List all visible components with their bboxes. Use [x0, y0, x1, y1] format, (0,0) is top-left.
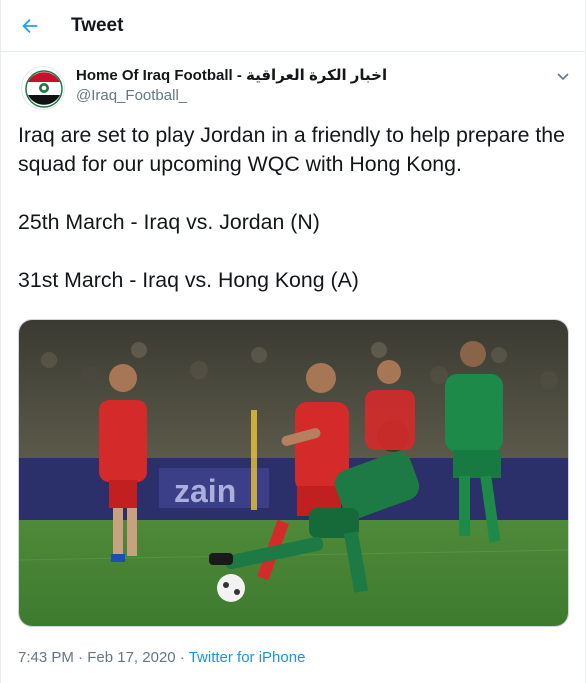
tweet-line: Iraq are set to play Jordan in a friendl…: [18, 123, 565, 176]
meta-separator: ·: [78, 649, 84, 666]
author-handle[interactable]: @Iraq_Football_: [76, 87, 187, 104]
back-button[interactable]: [11, 7, 49, 45]
tweet-line: 25th March - Iraq vs. Jordan (N): [18, 210, 320, 234]
football-match-photo: zain: [19, 320, 568, 626]
tweet-line: 31st March - Iraq vs. Hong Kong (A): [18, 268, 359, 292]
tweet-source-link[interactable]: Twitter for iPhone: [189, 649, 306, 666]
chevron-down-icon: [557, 73, 569, 81]
tweet-page: Tweet Home Of Iraq Football - اخبار الكر…: [0, 0, 586, 683]
tweet-time[interactable]: 7:43 PM: [18, 649, 74, 666]
banner-text: zain: [174, 473, 236, 509]
top-bar: Tweet: [1, 0, 585, 52]
avatar[interactable]: [21, 66, 65, 110]
iraq-football-logo: [23, 68, 64, 109]
back-arrow-icon: [22, 18, 38, 34]
tweet-date[interactable]: Feb 17, 2020: [87, 649, 175, 666]
tweet-meta: 7:43 PM · Feb 17, 2020 · Twitter for iPh…: [18, 649, 305, 666]
tweet-text: Iraq are set to play Jordan in a friendl…: [18, 121, 574, 295]
author-name[interactable]: Home Of Iraq Football - اخبار الكرة العر…: [76, 66, 387, 84]
meta-separator: ·: [179, 649, 185, 666]
page-title: Tweet: [71, 15, 124, 36]
more-options-button[interactable]: [551, 64, 575, 88]
tweet-photo[interactable]: zain: [18, 319, 569, 627]
